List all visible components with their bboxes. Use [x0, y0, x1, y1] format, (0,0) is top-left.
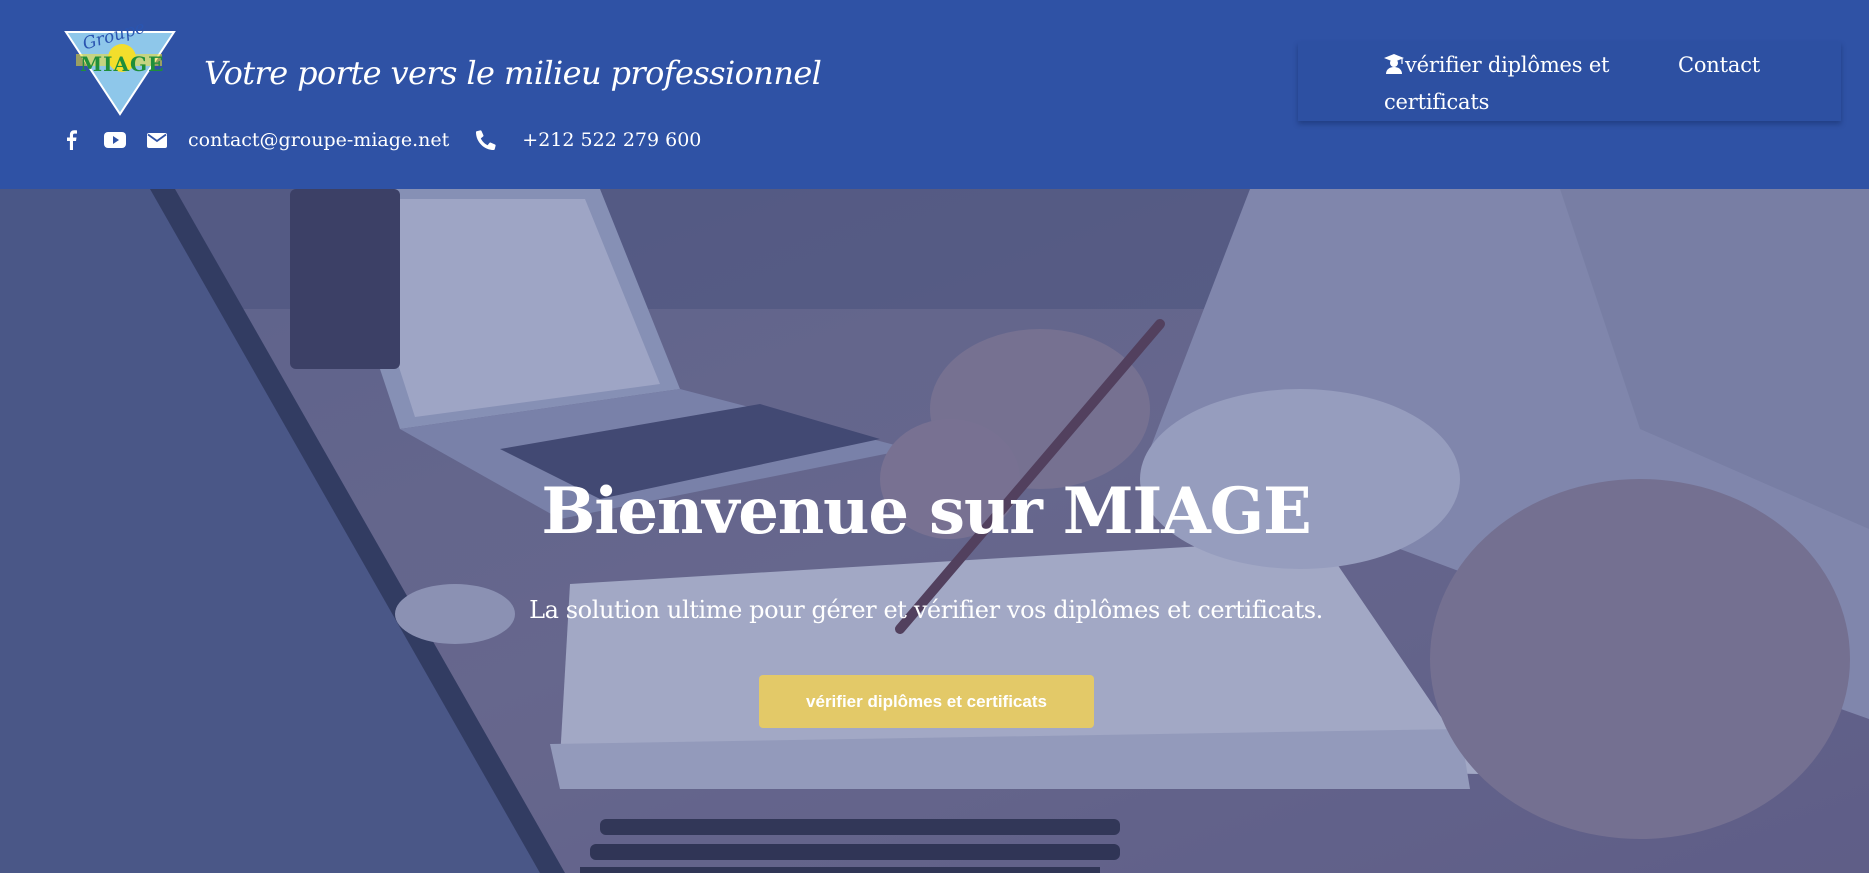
nav-verify-diplomas[interactable]: vérifier diplômes et certificats	[1384, 48, 1614, 120]
nav-contact[interactable]: Contact	[1678, 48, 1760, 83]
youtube-icon[interactable]	[104, 129, 126, 151]
contact-bar: contact@groupe-miage.net +212 522 279 60…	[60, 124, 701, 156]
envelope-icon[interactable]	[146, 129, 168, 151]
hero-subtitle: La solution ultime pour gérer et vérifie…	[529, 596, 1323, 624]
groupe-miage-logo[interactable]: Groupe MIAGE	[64, 18, 176, 116]
hero-section: Bienvenue sur MIAGE La solution ultime p…	[0, 189, 1869, 873]
nav-verify-label: vérifier diplômes et certificats	[1384, 53, 1610, 114]
email-link[interactable]: contact@groupe-miage.net	[188, 129, 449, 151]
graduate-icon	[1384, 50, 1404, 85]
phone-link[interactable]: +212 522 279 600	[522, 129, 701, 151]
site-header: Groupe MIAGE Votre porte vers le milieu …	[0, 0, 1869, 189]
site-tagline: Votre porte vers le milieu professionnel	[204, 54, 822, 92]
facebook-icon[interactable]	[60, 129, 82, 151]
logo-text-miage: MIAGE	[80, 52, 165, 76]
hero-title: Bienvenue sur MIAGE	[541, 474, 1311, 549]
verify-diplomas-button[interactable]: vérifier diplômes et certificats	[759, 675, 1094, 728]
main-nav: vérifier diplômes et certificats Contact	[1298, 42, 1841, 121]
phone-icon	[475, 129, 497, 151]
